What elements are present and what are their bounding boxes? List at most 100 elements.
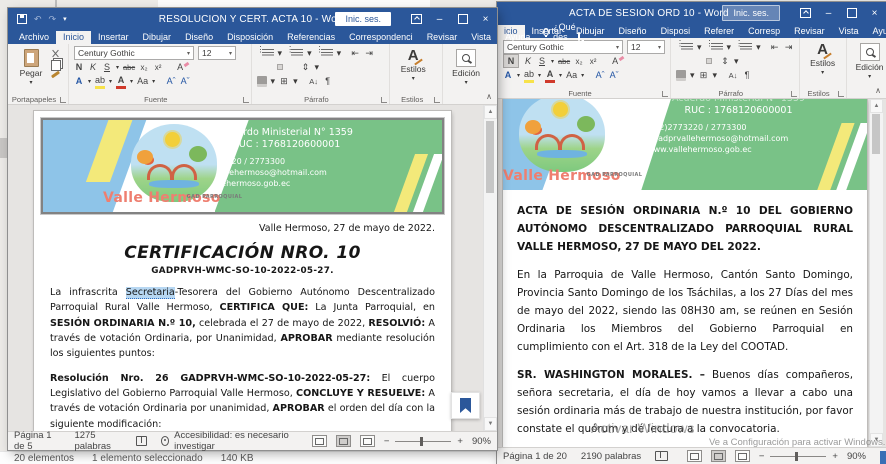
shading-icon[interactable] bbox=[676, 69, 686, 81]
change-case-button[interactable]: Aa bbox=[137, 75, 148, 87]
tab-revisar[interactable]: Revisar bbox=[787, 25, 832, 38]
shading-icon[interactable] bbox=[257, 75, 267, 87]
highlight-color-button[interactable]: ab bbox=[95, 74, 105, 89]
sort-icon[interactable]: A↓ bbox=[309, 75, 319, 87]
zoom-slider-thumb[interactable] bbox=[795, 452, 798, 461]
minimize-button[interactable]: – bbox=[817, 2, 840, 24]
superscript-button[interactable]: x² bbox=[153, 61, 163, 73]
line-spacing-icon[interactable]: ⇕ bbox=[301, 61, 311, 73]
accessibility-status[interactable]: Accesibilidad: es necesario investigar bbox=[174, 430, 298, 452]
show-paragraph-marks-icon[interactable]: ¶ bbox=[742, 69, 752, 81]
page-indicator[interactable]: Página 1 de 20 bbox=[503, 451, 567, 462]
titlebar[interactable]: ↶ ↷ ▾ RESOLUCION Y CERT. ACTA 10 - Word … bbox=[8, 8, 497, 30]
copy-icon[interactable] bbox=[51, 60, 61, 71]
print-layout-icon[interactable] bbox=[336, 435, 351, 447]
grow-font-button[interactable]: Aˆ bbox=[595, 69, 605, 81]
web-layout-icon[interactable] bbox=[735, 450, 750, 462]
vertical-scrollbar[interactable]: ▲ ▼ bbox=[869, 99, 883, 447]
undo-icon[interactable]: ↶ bbox=[34, 14, 42, 25]
strikethrough-button[interactable]: abc bbox=[558, 55, 570, 67]
document-canvas[interactable]: Acuerdo Ministerial N° 1359 RUC : 176812… bbox=[497, 99, 886, 447]
font-name-select[interactable]: Century Gothic▾ bbox=[74, 46, 194, 60]
zoom-level[interactable]: 90% bbox=[472, 436, 491, 447]
change-case-button[interactable]: Aa bbox=[566, 69, 577, 81]
editing-button[interactable]: Edición▾ bbox=[448, 46, 484, 86]
word-count[interactable]: 2190 palabras bbox=[581, 451, 641, 462]
bold-button[interactable]: N bbox=[74, 61, 84, 73]
decrease-indent-icon[interactable]: ⇤ bbox=[350, 47, 360, 59]
paragraph-dialog-launcher[interactable] bbox=[791, 91, 797, 97]
collapse-ribbon-icon[interactable]: ∧ bbox=[875, 86, 881, 95]
grow-font-button[interactable]: Aˆ bbox=[166, 75, 176, 87]
decrease-indent-icon[interactable]: ⇤ bbox=[770, 41, 780, 53]
align-center-button[interactable] bbox=[267, 64, 273, 70]
highlight-color-button[interactable]: ab bbox=[524, 68, 534, 83]
tab-diseno[interactable]: Diseño bbox=[612, 25, 654, 38]
show-paragraph-marks-icon[interactable]: ¶ bbox=[323, 75, 333, 87]
read-mode-icon[interactable] bbox=[687, 450, 702, 462]
bold-button[interactable]: N bbox=[503, 54, 519, 68]
align-right-button[interactable] bbox=[277, 64, 283, 70]
italic-button[interactable]: K bbox=[523, 55, 533, 67]
zoom-in-icon[interactable]: + bbox=[832, 451, 838, 462]
save-icon[interactable] bbox=[17, 14, 27, 24]
font-color-button[interactable]: A bbox=[545, 68, 555, 83]
styles-dialog-launcher[interactable] bbox=[838, 91, 844, 97]
maximize-button[interactable] bbox=[451, 8, 474, 30]
zoom-out-icon[interactable]: − bbox=[759, 451, 765, 462]
justify-button[interactable] bbox=[287, 64, 293, 70]
collapse-ribbon-icon[interactable]: ∧ bbox=[486, 92, 492, 101]
tab-diseno[interactable]: Diseño bbox=[178, 31, 220, 44]
tab-correspondencia[interactable]: Correspondenci bbox=[342, 31, 420, 44]
document-page[interactable]: Acuerdo Ministerial N° 1359 RUC : 176812… bbox=[34, 111, 451, 431]
letterhead-image[interactable]: Acuerdo Ministerial N° 1359 RUC : 176812… bbox=[41, 118, 444, 214]
subscript-button[interactable]: x₂ bbox=[574, 55, 584, 67]
zoom-level[interactable]: 90% bbox=[847, 451, 866, 462]
zoom-in-icon[interactable]: + bbox=[457, 436, 463, 447]
document-canvas[interactable]: Acuerdo Ministerial N° 1359 RUC : 176812… bbox=[8, 105, 497, 431]
tab-correspondencia[interactable]: Corresp bbox=[741, 25, 787, 38]
shrink-font-button[interactable]: Aˇ bbox=[180, 75, 190, 87]
close-button[interactable]: × bbox=[863, 2, 886, 24]
print-layout-icon[interactable] bbox=[711, 450, 726, 462]
scrollbar-thumb[interactable] bbox=[486, 121, 494, 193]
tab-referencias[interactable]: Referer bbox=[697, 25, 741, 38]
styles-button[interactable]: A Estilos▾ bbox=[395, 46, 431, 82]
italic-button[interactable]: K bbox=[88, 61, 98, 73]
tab-referencias[interactable]: Referencias bbox=[280, 31, 342, 44]
shrink-font-button[interactable]: Aˇ bbox=[609, 69, 619, 81]
tab-vista[interactable]: Vista bbox=[464, 31, 498, 44]
underline-button[interactable]: S bbox=[102, 61, 112, 73]
zoom-slider-thumb[interactable] bbox=[420, 437, 423, 446]
redo-icon[interactable]: ↷ bbox=[49, 14, 57, 25]
superscript-button[interactable]: x² bbox=[588, 55, 598, 67]
maximize-button[interactable] bbox=[840, 2, 863, 24]
qat-customize-icon[interactable]: ▾ bbox=[63, 15, 67, 23]
text-effects-button[interactable]: A bbox=[503, 69, 513, 81]
comments-icon[interactable] bbox=[578, 32, 580, 41]
numbering-icon[interactable] bbox=[286, 47, 303, 59]
font-dialog-launcher[interactable] bbox=[662, 91, 668, 97]
proofing-status-icon[interactable] bbox=[655, 451, 668, 461]
zoom-slider[interactable] bbox=[395, 441, 451, 442]
align-left-button[interactable] bbox=[676, 58, 682, 64]
tab-ayuda[interactable]: Ayuda bbox=[865, 25, 886, 38]
paste-button[interactable]: Pegar▾ bbox=[13, 46, 49, 86]
scrollbar-thumb[interactable] bbox=[872, 114, 880, 154]
scroll-up-icon[interactable]: ▲ bbox=[870, 99, 883, 113]
tab-inicio[interactable]: Inicio bbox=[56, 31, 91, 44]
vertical-scrollbar[interactable]: ▲ ▼ bbox=[483, 105, 497, 431]
styles-dialog-launcher[interactable] bbox=[434, 97, 440, 103]
web-layout-icon[interactable] bbox=[360, 435, 375, 447]
titlebar[interactable]: ACTA DE SESION ORD 10 - Word Inic. ses. … bbox=[497, 2, 886, 24]
bullets-icon[interactable] bbox=[257, 47, 274, 59]
tab-insertar[interactable]: Insertar bbox=[91, 31, 136, 44]
tab-disposicion[interactable]: Disposición bbox=[220, 31, 280, 44]
multilevel-list-icon[interactable] bbox=[316, 47, 333, 59]
underline-button[interactable]: S bbox=[537, 55, 547, 67]
sign-in-button[interactable]: Inic. ses. bbox=[722, 5, 780, 21]
justify-button[interactable] bbox=[706, 58, 712, 64]
font-size-select[interactable]: 12▾ bbox=[627, 40, 665, 54]
zoom-slider[interactable] bbox=[770, 456, 826, 457]
increase-indent-icon[interactable]: ⇥ bbox=[364, 47, 374, 59]
